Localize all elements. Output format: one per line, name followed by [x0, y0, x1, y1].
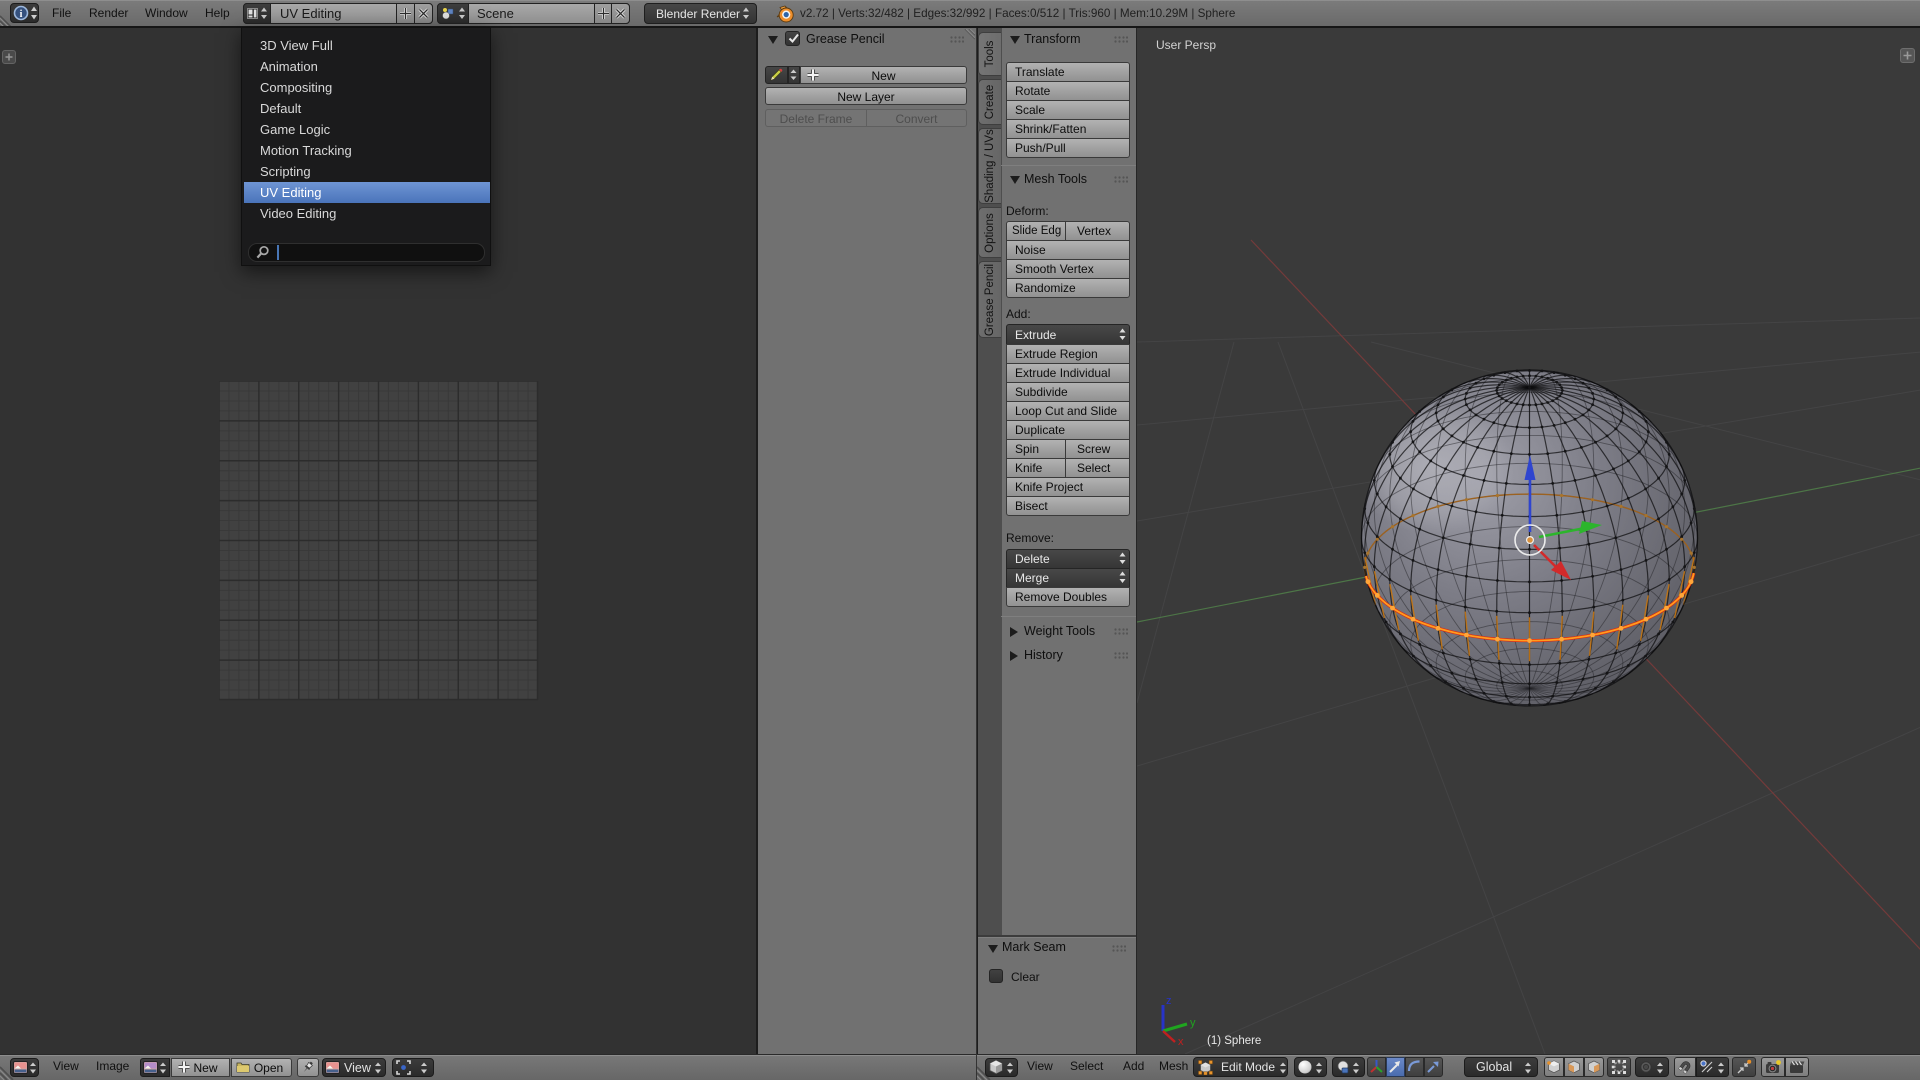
svg-text:i: i — [20, 9, 23, 20]
svg-text:z: z — [1166, 995, 1172, 1007]
svg-text:x: x — [1178, 1036, 1184, 1045]
svg-text:y: y — [1190, 1017, 1196, 1029]
